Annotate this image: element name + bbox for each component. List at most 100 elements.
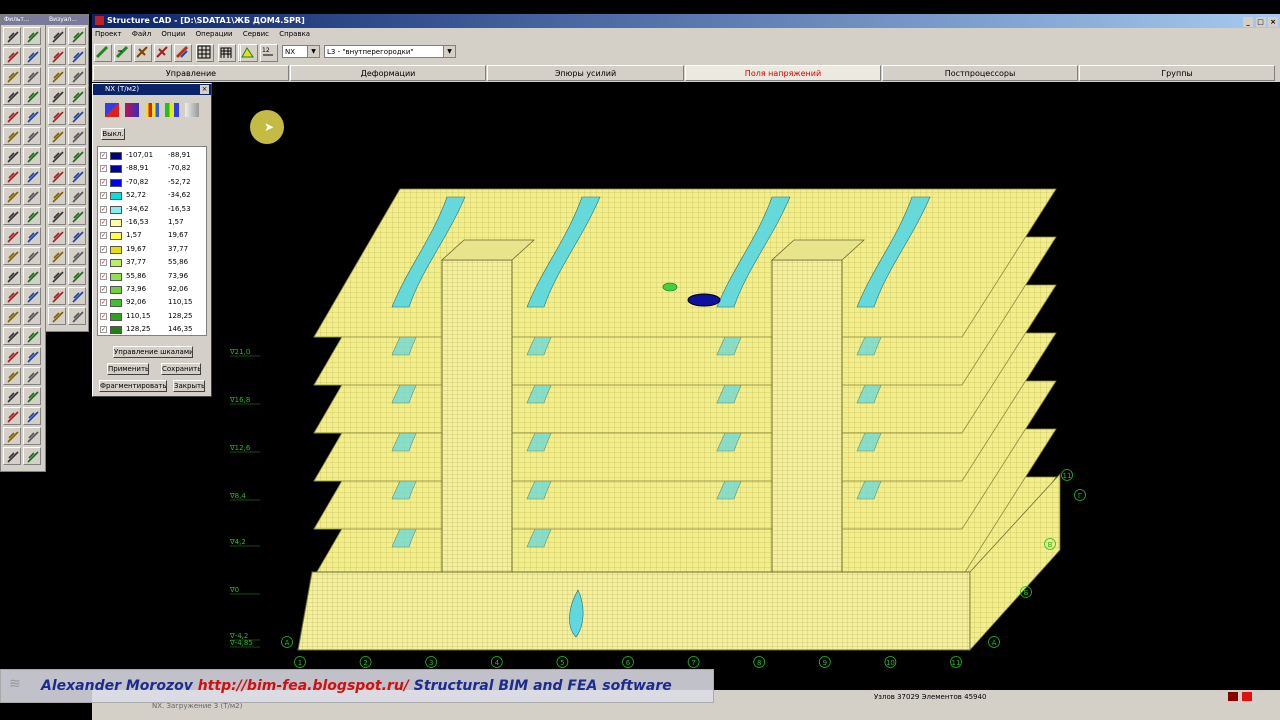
legend-checkbox[interactable]: ✓	[100, 178, 107, 186]
legend-color-swatch[interactable]	[110, 232, 122, 241]
palette1-tool-34-icon[interactable]	[23, 347, 41, 365]
mesh-icon[interactable]	[134, 44, 152, 62]
model-viewport[interactable]: ∇21,0 ∇16,8 ∇12,6 ∇8,4 ∇4,2 ∇0 ∇-4,2 ∇-4,85 1 2 3 4…	[92, 82, 1280, 690]
palette2-tool-18-icon[interactable]	[68, 187, 86, 205]
palette1-tool-24-icon[interactable]	[23, 247, 41, 265]
palette1-tool-41-icon[interactable]	[3, 427, 21, 445]
palette1-tool-29-icon[interactable]	[3, 307, 21, 325]
legend-row[interactable]: ✓ 19,67 37,77	[98, 243, 206, 256]
legend-checkbox[interactable]: ✓	[100, 312, 107, 320]
banner-url[interactable]: http://bim-fea.blogspot.ru/	[198, 678, 409, 694]
palette2-tool-4-icon[interactable]	[68, 47, 86, 65]
legend-color-swatch[interactable]	[110, 245, 122, 254]
palette2-tool-28-icon[interactable]	[68, 287, 86, 305]
chevron-down-icon[interactable]: ▼	[307, 46, 319, 57]
palette1-tool-13-icon[interactable]	[3, 147, 21, 165]
close-icon[interactable]: ×	[1268, 17, 1278, 27]
palette-gray-icon[interactable]	[185, 103, 199, 117]
legend-row[interactable]: ✓ 73,96 92,06	[98, 283, 206, 296]
palette1-tool-42-icon[interactable]	[23, 427, 41, 445]
legend-row[interactable]: ✓ -34,62 -16,53	[98, 203, 206, 216]
legend-row[interactable]: ✓ 128,25 146,35	[98, 323, 206, 336]
palette1-tool-6-icon[interactable]	[23, 67, 41, 85]
palette1-tool-10-icon[interactable]	[23, 107, 41, 125]
palette2-tool-30-icon[interactable]	[68, 307, 86, 325]
palette1-tool-4-icon[interactable]	[23, 47, 41, 65]
legend-checkbox[interactable]: ✓	[100, 152, 107, 159]
deformed-view-2-icon[interactable]	[114, 44, 132, 62]
palette2-tool-10-icon[interactable]	[68, 107, 86, 125]
close-icon[interactable]: ×	[200, 85, 209, 94]
legend-row[interactable]: ✓ 110,15 128,25	[98, 310, 206, 323]
legend-color-swatch[interactable]	[110, 272, 122, 281]
palette1-tool-31-icon[interactable]	[3, 327, 21, 345]
palette1-tool-33-icon[interactable]	[3, 347, 21, 365]
load-case-select[interactable]: L3 - "внутперегородки" ▼	[324, 45, 456, 58]
legend-checkbox[interactable]: ✓	[100, 205, 107, 213]
force-component-select[interactable]: NX ▼	[282, 45, 320, 58]
palette2-tool-9-icon[interactable]	[48, 107, 66, 125]
palette2-tool-23-icon[interactable]	[48, 247, 66, 265]
legend-color-swatch[interactable]	[110, 152, 122, 160]
legend-checkbox[interactable]: ✓	[100, 326, 107, 334]
palette1-tool-43-icon[interactable]	[3, 447, 21, 465]
palette1-tool-19-icon[interactable]	[3, 207, 21, 225]
palette2-tool-27-icon[interactable]	[48, 287, 66, 305]
palette2-tool-12-icon[interactable]	[68, 127, 86, 145]
palette1-tool-22-icon[interactable]	[23, 227, 41, 245]
palette2-tool-15-icon[interactable]	[48, 167, 66, 185]
palette-red-blue-icon[interactable]	[125, 103, 139, 117]
legend-checkbox[interactable]: ✓	[100, 192, 107, 200]
menu-help[interactable]: Справка	[279, 30, 310, 38]
palette2-tool-2-icon[interactable]	[68, 27, 86, 45]
menu-service[interactable]: Сервис	[243, 30, 269, 38]
palette1-tool-25-icon[interactable]	[3, 267, 21, 285]
legend-color-swatch[interactable]	[110, 192, 122, 201]
legend-checkbox[interactable]: ✓	[100, 245, 107, 253]
numbering-icon[interactable]: 12	[260, 44, 278, 62]
apply-button[interactable]: Применить	[107, 363, 149, 375]
legend-checkbox[interactable]: ✓	[100, 165, 107, 173]
palette1-tool-15-icon[interactable]	[3, 167, 21, 185]
restore-icon[interactable]: □	[1255, 17, 1266, 27]
palette2-tool-20-icon[interactable]	[68, 207, 86, 225]
palette1-tool-36-icon[interactable]	[23, 367, 41, 385]
legend-row[interactable]: ✓ 1,57 19,67	[98, 229, 206, 242]
legend-checkbox[interactable]: ✓	[100, 299, 107, 307]
menu-file[interactable]: Файл	[132, 30, 151, 38]
palette1-tool-21-icon[interactable]	[3, 227, 21, 245]
palette1-tool-9-icon[interactable]	[3, 107, 21, 125]
tab-force-diagrams[interactable]: Эпюры усилий	[487, 65, 684, 81]
tab-deformations[interactable]: Деформации	[290, 65, 486, 81]
close-button[interactable]: Закрыть	[173, 380, 205, 392]
stress-field-model[interactable]: ∇21,0∇16,8∇12,6∇8,4∇4,2∇0∇-4,2∇-4,851 2 3 4…	[92, 82, 1280, 690]
grid-icon[interactable]	[196, 44, 214, 62]
off-button[interactable]: Выкл.	[101, 128, 125, 140]
palette1-tool-18-icon[interactable]	[23, 187, 41, 205]
palette1-tool-11-icon[interactable]	[3, 127, 21, 145]
legend-color-swatch[interactable]	[110, 312, 122, 321]
palette1-tool-39-icon[interactable]	[3, 407, 21, 425]
palette1-tool-28-icon[interactable]	[23, 287, 41, 305]
palette1-tool-27-icon[interactable]	[3, 287, 21, 305]
palette2-tool-26-icon[interactable]	[68, 267, 86, 285]
palette2-tool-14-icon[interactable]	[68, 147, 86, 165]
mesh-2-icon[interactable]	[154, 44, 172, 62]
palette2-tool-13-icon[interactable]	[48, 147, 66, 165]
isofield-icon[interactable]	[240, 44, 258, 62]
palette1-tool-38-icon[interactable]	[23, 387, 41, 405]
legend-row[interactable]: ✓ -16,53 1,57	[98, 216, 206, 229]
menu-project[interactable]: Проект	[95, 30, 122, 38]
palette2-tool-19-icon[interactable]	[48, 207, 66, 225]
legend-checkbox[interactable]: ✓	[100, 259, 107, 267]
palette1-tool-16-icon[interactable]	[23, 167, 41, 185]
palette1-tool-26-icon[interactable]	[23, 267, 41, 285]
deformed-view-icon[interactable]	[94, 44, 112, 62]
legend-color-swatch[interactable]	[110, 165, 122, 174]
legend-color-swatch[interactable]	[110, 178, 122, 187]
tab-groups[interactable]: Группы	[1079, 65, 1275, 81]
palette2-tool-6-icon[interactable]	[68, 67, 86, 85]
palette2-tool-11-icon[interactable]	[48, 127, 66, 145]
palette1-tool-44-icon[interactable]	[23, 447, 41, 465]
palette2-tool-24-icon[interactable]	[68, 247, 86, 265]
